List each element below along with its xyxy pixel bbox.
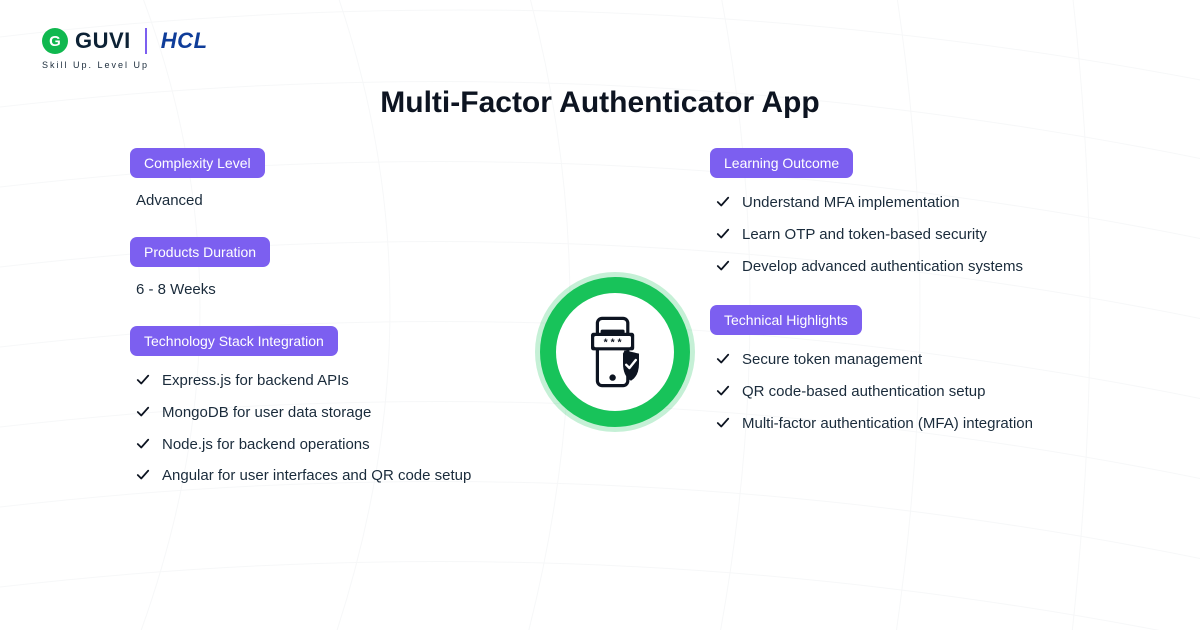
check-icon [136,468,150,482]
learning-tag: Learning Outcome [710,148,853,178]
list-item: Secure token management [716,349,1070,371]
tech-list: Express.js for backend APIs MongoDB for u… [130,370,520,487]
complexity-value: Advanced [130,192,520,209]
complexity-section: Complexity Level Advanced [130,148,520,209]
list-item-text: Express.js for backend APIs [162,370,349,392]
guvi-icon: G [42,28,68,54]
duration-section: Products Duration 6 - 8 Weeks [130,237,520,298]
list-item-text: Angular for user interfaces and QR code … [162,465,471,487]
check-icon [716,227,730,241]
center-circle: * * * [540,277,690,427]
check-icon [136,405,150,419]
check-icon [716,259,730,273]
tagline: Skill Up. Level Up [42,60,149,70]
guvi-brand-text: GUVI [75,28,131,54]
check-icon [136,437,150,451]
highlights-section: Technical Highlights Secure token manage… [710,305,1070,434]
left-column: Complexity Level Advanced Products Durat… [130,148,520,515]
list-item-text: Learn OTP and token-based security [742,224,987,246]
tech-section: Technology Stack Integration Express.js … [130,326,520,487]
complexity-tag: Complexity Level [130,148,265,178]
list-item-text: QR code-based authentication setup [742,381,986,403]
list-item-text: Understand MFA implementation [742,192,960,214]
check-icon [716,384,730,398]
check-icon [716,352,730,366]
center-column: * * * [520,148,710,515]
duration-value: 6 - 8 Weeks [130,281,520,298]
list-item: Node.js for backend operations [136,434,520,456]
guvi-logo: G GUVI [42,28,131,54]
hcl-brand-text: HCL [161,28,208,54]
list-item: Angular for user interfaces and QR code … [136,465,520,487]
list-item-text: Multi-factor authentication (MFA) integr… [742,413,1033,435]
page-title: Multi-Factor Authenticator App [0,86,1200,120]
tech-tag: Technology Stack Integration [130,326,338,356]
duration-tag: Products Duration [130,237,270,267]
list-item-text: Develop advanced authentication systems [742,256,1023,278]
check-icon [136,373,150,387]
mfa-phone-shield-icon: * * * [575,312,655,392]
svg-text:* * *: * * * [604,337,623,348]
logo-divider [145,28,147,54]
list-item-text: Secure token management [742,349,922,371]
list-item: Multi-factor authentication (MFA) integr… [716,413,1070,435]
list-item: Develop advanced authentication systems [716,256,1070,278]
right-column: Learning Outcome Understand MFA implemen… [710,148,1070,515]
highlights-list: Secure token management QR code-based aut… [710,349,1070,434]
list-item: QR code-based authentication setup [716,381,1070,403]
check-icon [716,416,730,430]
header-logos: G GUVI HCL [42,28,208,54]
check-icon [716,195,730,209]
learning-list: Understand MFA implementation Learn OTP a… [710,192,1070,277]
list-item: Express.js for backend APIs [136,370,520,392]
highlights-tag: Technical Highlights [710,305,862,335]
list-item: MongoDB for user data storage [136,402,520,424]
learning-section: Learning Outcome Understand MFA implemen… [710,148,1070,277]
list-item-text: Node.js for backend operations [162,434,370,456]
content-area: Complexity Level Advanced Products Durat… [0,148,1200,515]
list-item: Understand MFA implementation [716,192,1070,214]
list-item-text: MongoDB for user data storage [162,402,371,424]
list-item: Learn OTP and token-based security [716,224,1070,246]
